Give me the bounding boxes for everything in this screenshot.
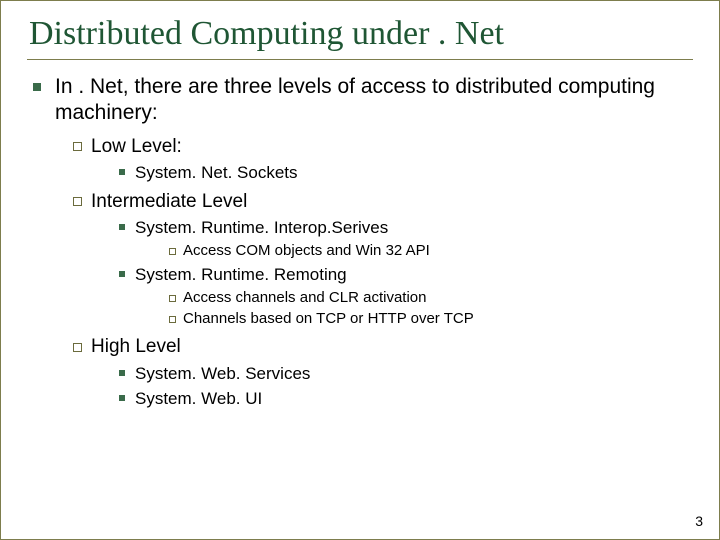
high-level-label: High Level — [91, 336, 181, 357]
slide: Distributed Computing under . Net In . N… — [0, 0, 720, 540]
bullet-list-level1: In . Net, there are three levels of acce… — [27, 74, 693, 409]
page-number: 3 — [695, 513, 703, 529]
slide-title: Distributed Computing under . Net — [27, 11, 693, 60]
remoting-note-protocol-text: Channels based on TCP or HTTP over TCP — [183, 310, 474, 327]
interop-note-com-text: Access COM objects and Win 32 API — [183, 242, 430, 259]
intermediate-level-item: Intermediate Level System. Runtime. Inte… — [55, 190, 693, 330]
bullet-list-level4: Access COM objects and Win 32 API — [135, 242, 693, 261]
remoting-note-protocol: Channels based on TCP or HTTP over TCP — [135, 310, 693, 329]
remoting-note-activation: Access channels and CLR activation — [135, 289, 693, 308]
high-webservices: System. Web. Services — [91, 363, 693, 384]
intermediate-level-label: Intermediate Level — [91, 191, 247, 212]
bullet-list-level3: System. Runtime. Interop.Serives Access … — [91, 217, 693, 329]
interop-note-com: Access COM objects and Win 32 API — [135, 242, 693, 261]
bullet-list-level3: System. Web. Services System. Web. UI — [91, 363, 693, 410]
low-level-item: Low Level: System. Net. Sockets — [55, 135, 693, 184]
interop-label: System. Runtime. Interop.Serives — [135, 218, 388, 237]
remoting-item: System. Runtime. Remoting Access channel… — [91, 264, 693, 329]
low-level-sockets-text: System. Net. Sockets — [135, 163, 298, 182]
bullet-list-level3: System. Net. Sockets — [91, 162, 693, 183]
remoting-label: System. Runtime. Remoting — [135, 265, 347, 284]
high-webservices-text: System. Web. Services — [135, 364, 310, 383]
remoting-note-activation-text: Access channels and CLR activation — [183, 289, 426, 306]
intro-text: In . Net, there are three levels of acce… — [55, 75, 655, 124]
high-webui-text: System. Web. UI — [135, 389, 262, 408]
high-level-item: High Level System. Web. Services System.… — [55, 335, 693, 409]
high-webui: System. Web. UI — [91, 388, 693, 409]
low-level-sockets: System. Net. Sockets — [91, 162, 693, 183]
bullet-list-level4: Access channels and CLR activation Chann… — [135, 289, 693, 330]
bullet-list-level2: Low Level: System. Net. Sockets Intermed… — [55, 135, 693, 410]
intro-bullet: In . Net, there are three levels of acce… — [27, 74, 693, 409]
interop-item: System. Runtime. Interop.Serives Access … — [91, 217, 693, 260]
low-level-label: Low Level: — [91, 136, 182, 157]
